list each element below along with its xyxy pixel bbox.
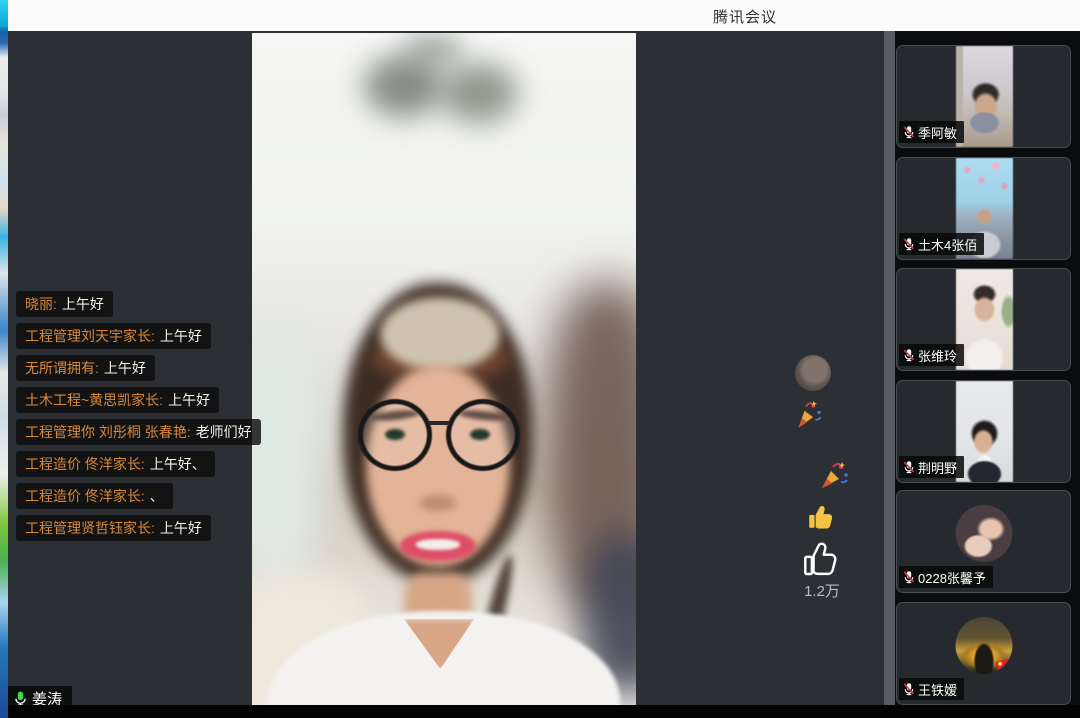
participant-video: [956, 46, 1013, 147]
participant-tile[interactable]: 0228张馨予: [896, 490, 1071, 593]
chat-sender: 工程造价 佟洋家长:: [25, 456, 145, 472]
participant-name-tag: 张维玲: [899, 344, 964, 366]
chat-sender: 工程造价 佟洋家长:: [25, 488, 145, 504]
speaker-glasses-bridge: [428, 421, 450, 425]
participant-tile[interactable]: 王铁嫒: [896, 602, 1071, 705]
participant-name: 荆明野: [918, 458, 957, 477]
like-button[interactable]: [801, 537, 841, 581]
participant-tile[interactable]: 张维玲: [896, 268, 1071, 371]
chat-message: 工程管理你 刘彤桐 张春艳: 老师们好: [16, 419, 261, 445]
chat-text: 上午好: [62, 296, 104, 312]
background-window-sliver: [0, 0, 8, 718]
chat-sender: 工程管理贤哲钰家长:: [25, 520, 155, 536]
chat-message: 工程管理贤哲钰家长: 上午好: [16, 515, 211, 541]
window-bottom-edge: [8, 705, 1080, 718]
participant-tile[interactable]: 季阿敏: [896, 45, 1071, 148]
taskbar-edge-icon: [0, 0, 8, 27]
participant-video: [956, 381, 1013, 482]
ceiling-light: [440, 63, 518, 123]
chat-text: 上午好: [160, 328, 202, 344]
ceiling-light: [404, 33, 464, 67]
chat-overlay: 晓丽: 上午好 工程管理刘天宇家长: 上午好 无所谓拥有: 上午好 土木工程~黄思凯家…: [16, 291, 261, 541]
chat-message: 无所谓拥有: 上午好: [16, 355, 155, 381]
chat-text: 上午好: [168, 392, 210, 408]
speaker-hair-bun: [380, 297, 500, 371]
window-title: 腾讯会议: [713, 6, 777, 27]
participant-name: 张维玲: [918, 346, 957, 365]
participant-avatar: [955, 617, 1012, 674]
chat-message: 工程造价 佟洋家长: 上午好、: [16, 451, 215, 477]
like-count: 1.2万: [804, 580, 840, 601]
chat-text: 、: [150, 488, 164, 504]
participant-name-tag: 土木4张佰: [899, 233, 984, 255]
chat-sender: 无所谓拥有:: [25, 360, 99, 376]
participant-tile[interactable]: 土木4张佰: [896, 157, 1071, 260]
participant-name-tag: 王铁嫒: [899, 678, 964, 700]
speaker-nose: [420, 495, 456, 511]
participant-name-tag: 0228张馨予: [899, 566, 993, 588]
sidebar-scrollbar[interactable]: [884, 31, 895, 705]
thumbs-up-emoji: [806, 501, 836, 531]
chat-sender: 土木工程~黄思凯家长:: [25, 392, 163, 408]
muted-mic-icon: [902, 348, 916, 362]
chat-message: 土木工程~黄思凯家长: 上午好: [16, 387, 219, 413]
speaker-eye: [470, 429, 490, 440]
muted-mic-icon: [902, 125, 916, 139]
muted-mic-icon: [902, 570, 916, 584]
party-popper-emoji: [791, 398, 825, 432]
chat-message: 晓丽: 上午好: [16, 291, 113, 317]
participant-video: [956, 269, 1013, 370]
chat-sender: 晓丽:: [25, 296, 57, 312]
muted-mic-icon: [902, 237, 916, 251]
chat-text: 老师们好: [196, 424, 252, 440]
chat-sender: 工程管理你 刘彤桐 张春艳:: [25, 424, 191, 440]
participant-name: 王铁嫒: [918, 680, 957, 699]
muted-mic-icon: [902, 682, 916, 696]
party-popper-emoji: [818, 460, 850, 492]
flag-icon: [995, 659, 1012, 673]
participant-tile[interactable]: 荆明野: [896, 380, 1071, 483]
background-blur: [252, 323, 324, 583]
chat-message: 工程造价 佟洋家长: 、: [16, 483, 173, 509]
participant-name: 季阿敏: [918, 123, 957, 142]
window-titlebar[interactable]: [8, 0, 1080, 31]
chat-sender: 工程管理刘天宇家长:: [25, 328, 155, 344]
screen: 腾讯会议: [0, 0, 1080, 718]
participant-name: 土木4张佰: [918, 235, 977, 254]
participant-name-tag: 季阿敏: [899, 121, 964, 143]
participant-name-tag: 荆明野: [899, 456, 964, 478]
reaction-sender-avatar: [795, 355, 831, 391]
speaker-video[interactable]: [252, 33, 636, 705]
participant-name: 0228张馨予: [918, 568, 986, 587]
participants-sidebar: 季阿敏 土木4张佰: [884, 31, 1080, 705]
speaker-eye: [385, 429, 405, 440]
muted-mic-icon: [902, 460, 916, 474]
speaker-teeth: [416, 539, 460, 550]
chat-text: 上午好: [160, 520, 202, 536]
chat-text: 上午好、: [150, 456, 206, 472]
participant-avatar: [955, 505, 1012, 562]
chat-text: 上午好: [104, 360, 146, 376]
chat-message: 工程管理刘天宇家长: 上午好: [16, 323, 211, 349]
